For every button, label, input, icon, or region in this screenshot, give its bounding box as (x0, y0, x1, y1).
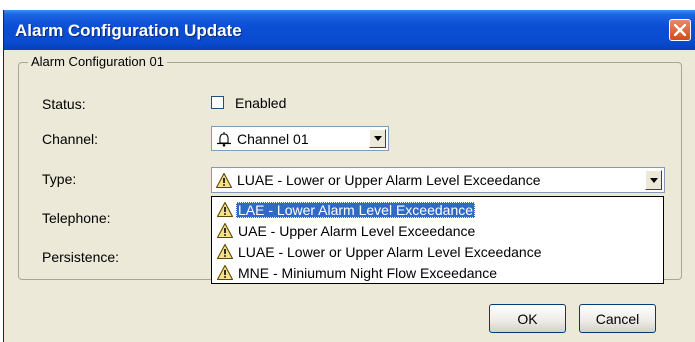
warning-icon (216, 264, 234, 281)
type-label: Type: (42, 171, 77, 187)
ok-button[interactable]: OK (489, 304, 566, 333)
telephone-label: Telephone: (42, 210, 111, 226)
chevron-down-icon (373, 136, 382, 141)
type-select-value: LUAE - Lower or Upper Alarm Level Exceed… (237, 172, 541, 188)
status-label: Status: (42, 96, 86, 112)
dropdown-option-lae[interactable]: LAE - Lower Alarm Level Exceedance (213, 199, 476, 220)
enabled-checkbox[interactable] (211, 96, 224, 109)
channel-label: Channel: (42, 131, 99, 147)
channel-dropdown-button[interactable] (369, 129, 386, 148)
type-select[interactable]: LUAE - Lower or Upper Alarm Level Exceed… (211, 167, 665, 193)
warning-icon (216, 201, 234, 218)
dropdown-option-label: LAE - Lower Alarm Level Exceedance (236, 201, 476, 218)
title-bar[interactable]: Alarm Configuration Update (4, 10, 695, 50)
group-title: Alarm Configuration 01 (28, 54, 167, 69)
warning-icon (215, 172, 233, 188)
type-dropdown-list[interactable]: LAE - Lower Alarm Level Exceedance UAE -… (211, 196, 664, 284)
persistence-label: Persistence: (42, 249, 120, 265)
channel-select[interactable]: Channel 01 (211, 126, 389, 151)
channel-select-value: Channel 01 (237, 130, 309, 147)
cancel-button[interactable]: Cancel (579, 304, 656, 333)
enabled-checkbox-label[interactable]: Enabled (235, 95, 286, 111)
dropdown-option-luae[interactable]: LUAE - Lower or Upper Alarm Level Exceed… (213, 241, 543, 262)
type-dropdown-button[interactable] (645, 170, 662, 190)
warning-icon (216, 243, 234, 260)
chevron-down-icon (649, 177, 658, 183)
dropdown-option-label: LUAE - Lower or Upper Alarm Level Exceed… (238, 243, 542, 260)
dropdown-option-label: MNE - Miniumum Night Flow Exceedance (238, 264, 498, 281)
dropdown-option-uae[interactable]: UAE - Upper Alarm Level Exceedance (213, 220, 477, 241)
dropdown-option-mne[interactable]: MNE - Miniumum Night Flow Exceedance (213, 262, 499, 283)
warning-icon (216, 222, 234, 239)
bell-icon (217, 131, 231, 147)
close-button[interactable] (669, 19, 691, 41)
close-icon (674, 24, 686, 36)
window-title: Alarm Configuration Update (15, 21, 242, 40)
dropdown-option-label: UAE - Upper Alarm Level Exceedance (238, 222, 476, 239)
